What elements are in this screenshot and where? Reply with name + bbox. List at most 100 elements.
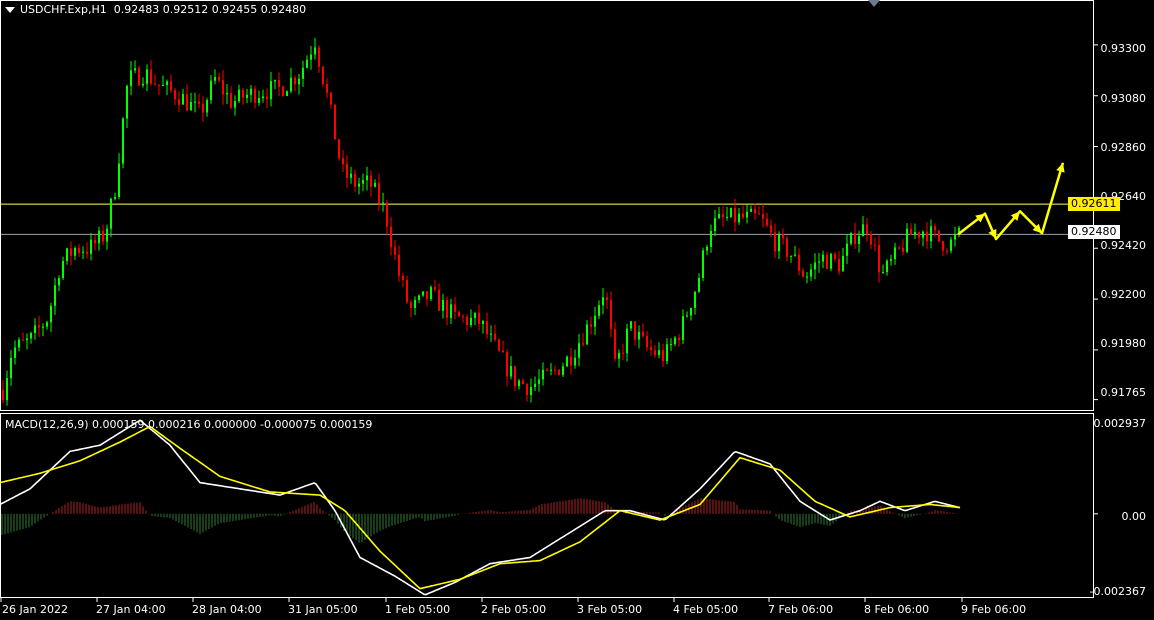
bear-candle (378, 182, 380, 204)
bear-candle (554, 369, 556, 371)
bear-candle (318, 47, 320, 67)
bear-candle (502, 350, 504, 353)
macd-main-line (0, 419, 961, 596)
bear-candle (838, 259, 840, 272)
bull-candle (430, 287, 432, 300)
bull-candle (162, 85, 164, 87)
bull-candle (850, 232, 852, 244)
bear-candle (398, 254, 400, 276)
bull-candle (226, 93, 228, 95)
bull-candle (14, 347, 16, 358)
bear-candle (354, 173, 356, 187)
bull-candle (130, 70, 132, 86)
bull-candle (778, 234, 780, 252)
bull-candle (418, 295, 420, 300)
bull-candle (694, 291, 696, 308)
bear-candle (662, 350, 664, 362)
bull-candle (954, 234, 956, 240)
bull-candle (510, 366, 512, 377)
bull-candle (882, 272, 884, 274)
macd-axis-label: 0.002937 (1093, 417, 1147, 430)
bear-candle (546, 369, 548, 371)
bull-candle (450, 304, 452, 318)
bull-candle (110, 198, 112, 229)
time-axis-label: 2 Feb 05:00 (481, 603, 547, 616)
bull-candle (594, 315, 596, 327)
bull-candle (670, 344, 672, 346)
bear-candle (774, 232, 776, 252)
bull-candle (290, 77, 292, 92)
bull-candle (814, 262, 816, 270)
bull-candle (10, 357, 12, 379)
bear-candle (330, 92, 332, 105)
price-axis-label: 0.92860 (1100, 141, 1147, 154)
bear-candle (78, 247, 80, 253)
bull-candle (602, 297, 604, 306)
bear-candle (446, 299, 448, 318)
bear-candle (454, 304, 456, 312)
bear-candle (770, 225, 772, 233)
bull-candle (42, 326, 44, 328)
bull-candle (206, 100, 208, 113)
bear-candle (678, 337, 680, 341)
bear-candle (386, 202, 388, 227)
forecast-arrows (957, 162, 1065, 241)
bull-candle (306, 59, 308, 68)
bull-candle (746, 211, 748, 218)
collapse-triangle-icon[interactable] (5, 7, 15, 13)
time-axis-label: 8 Feb 06:00 (864, 603, 930, 616)
bull-candle (358, 183, 360, 187)
bear-candle (438, 289, 440, 311)
bull-candle (414, 299, 416, 308)
bear-candle (390, 226, 392, 248)
bear-candle (606, 297, 608, 301)
bear-candle (926, 231, 928, 242)
bear-candle (582, 343, 584, 345)
bull-candle (562, 366, 564, 375)
bull-candle (702, 250, 704, 278)
bull-candle (210, 80, 212, 101)
bear-candle (570, 356, 572, 366)
bear-candle (294, 77, 296, 85)
bull-candle (706, 246, 708, 251)
bear-candle (610, 300, 612, 330)
bull-candle (114, 196, 116, 199)
bear-candle (910, 228, 912, 235)
bear-candle (854, 232, 856, 244)
bear-candle (174, 90, 176, 100)
bull-candle (90, 239, 92, 254)
bear-candle (526, 384, 528, 395)
bear-candle (170, 81, 172, 91)
bear-candle (942, 241, 944, 251)
bear-candle (734, 207, 736, 223)
bull-candle (34, 325, 36, 334)
bull-candle (846, 243, 848, 256)
bear-candle (394, 247, 396, 255)
bear-candle (514, 366, 516, 387)
bull-candle (638, 331, 640, 340)
bear-candle (402, 275, 404, 280)
bear-candle (802, 270, 804, 277)
bull-candle (862, 224, 864, 237)
bear-candle (434, 287, 436, 290)
bear-candle (938, 230, 940, 242)
price-axis-label: 0.93080 (1100, 92, 1147, 105)
bull-candle (122, 118, 124, 164)
bull-candle (442, 299, 444, 311)
bear-candle (334, 104, 336, 140)
bull-candle (818, 261, 820, 263)
bear-candle (878, 244, 880, 273)
bull-candle (422, 291, 424, 296)
chart-canvas[interactable] (0, 0, 1154, 620)
bull-candle (194, 101, 196, 103)
bear-candle (486, 321, 488, 335)
bear-candle (494, 333, 496, 340)
bear-candle (22, 339, 24, 341)
scroll-marker-icon (868, 0, 880, 7)
bear-candle (242, 89, 244, 98)
bull-candle (890, 259, 892, 261)
bear-candle (158, 84, 160, 86)
bull-candle (822, 254, 824, 262)
bull-candle (190, 102, 192, 111)
bear-candle (282, 86, 284, 97)
